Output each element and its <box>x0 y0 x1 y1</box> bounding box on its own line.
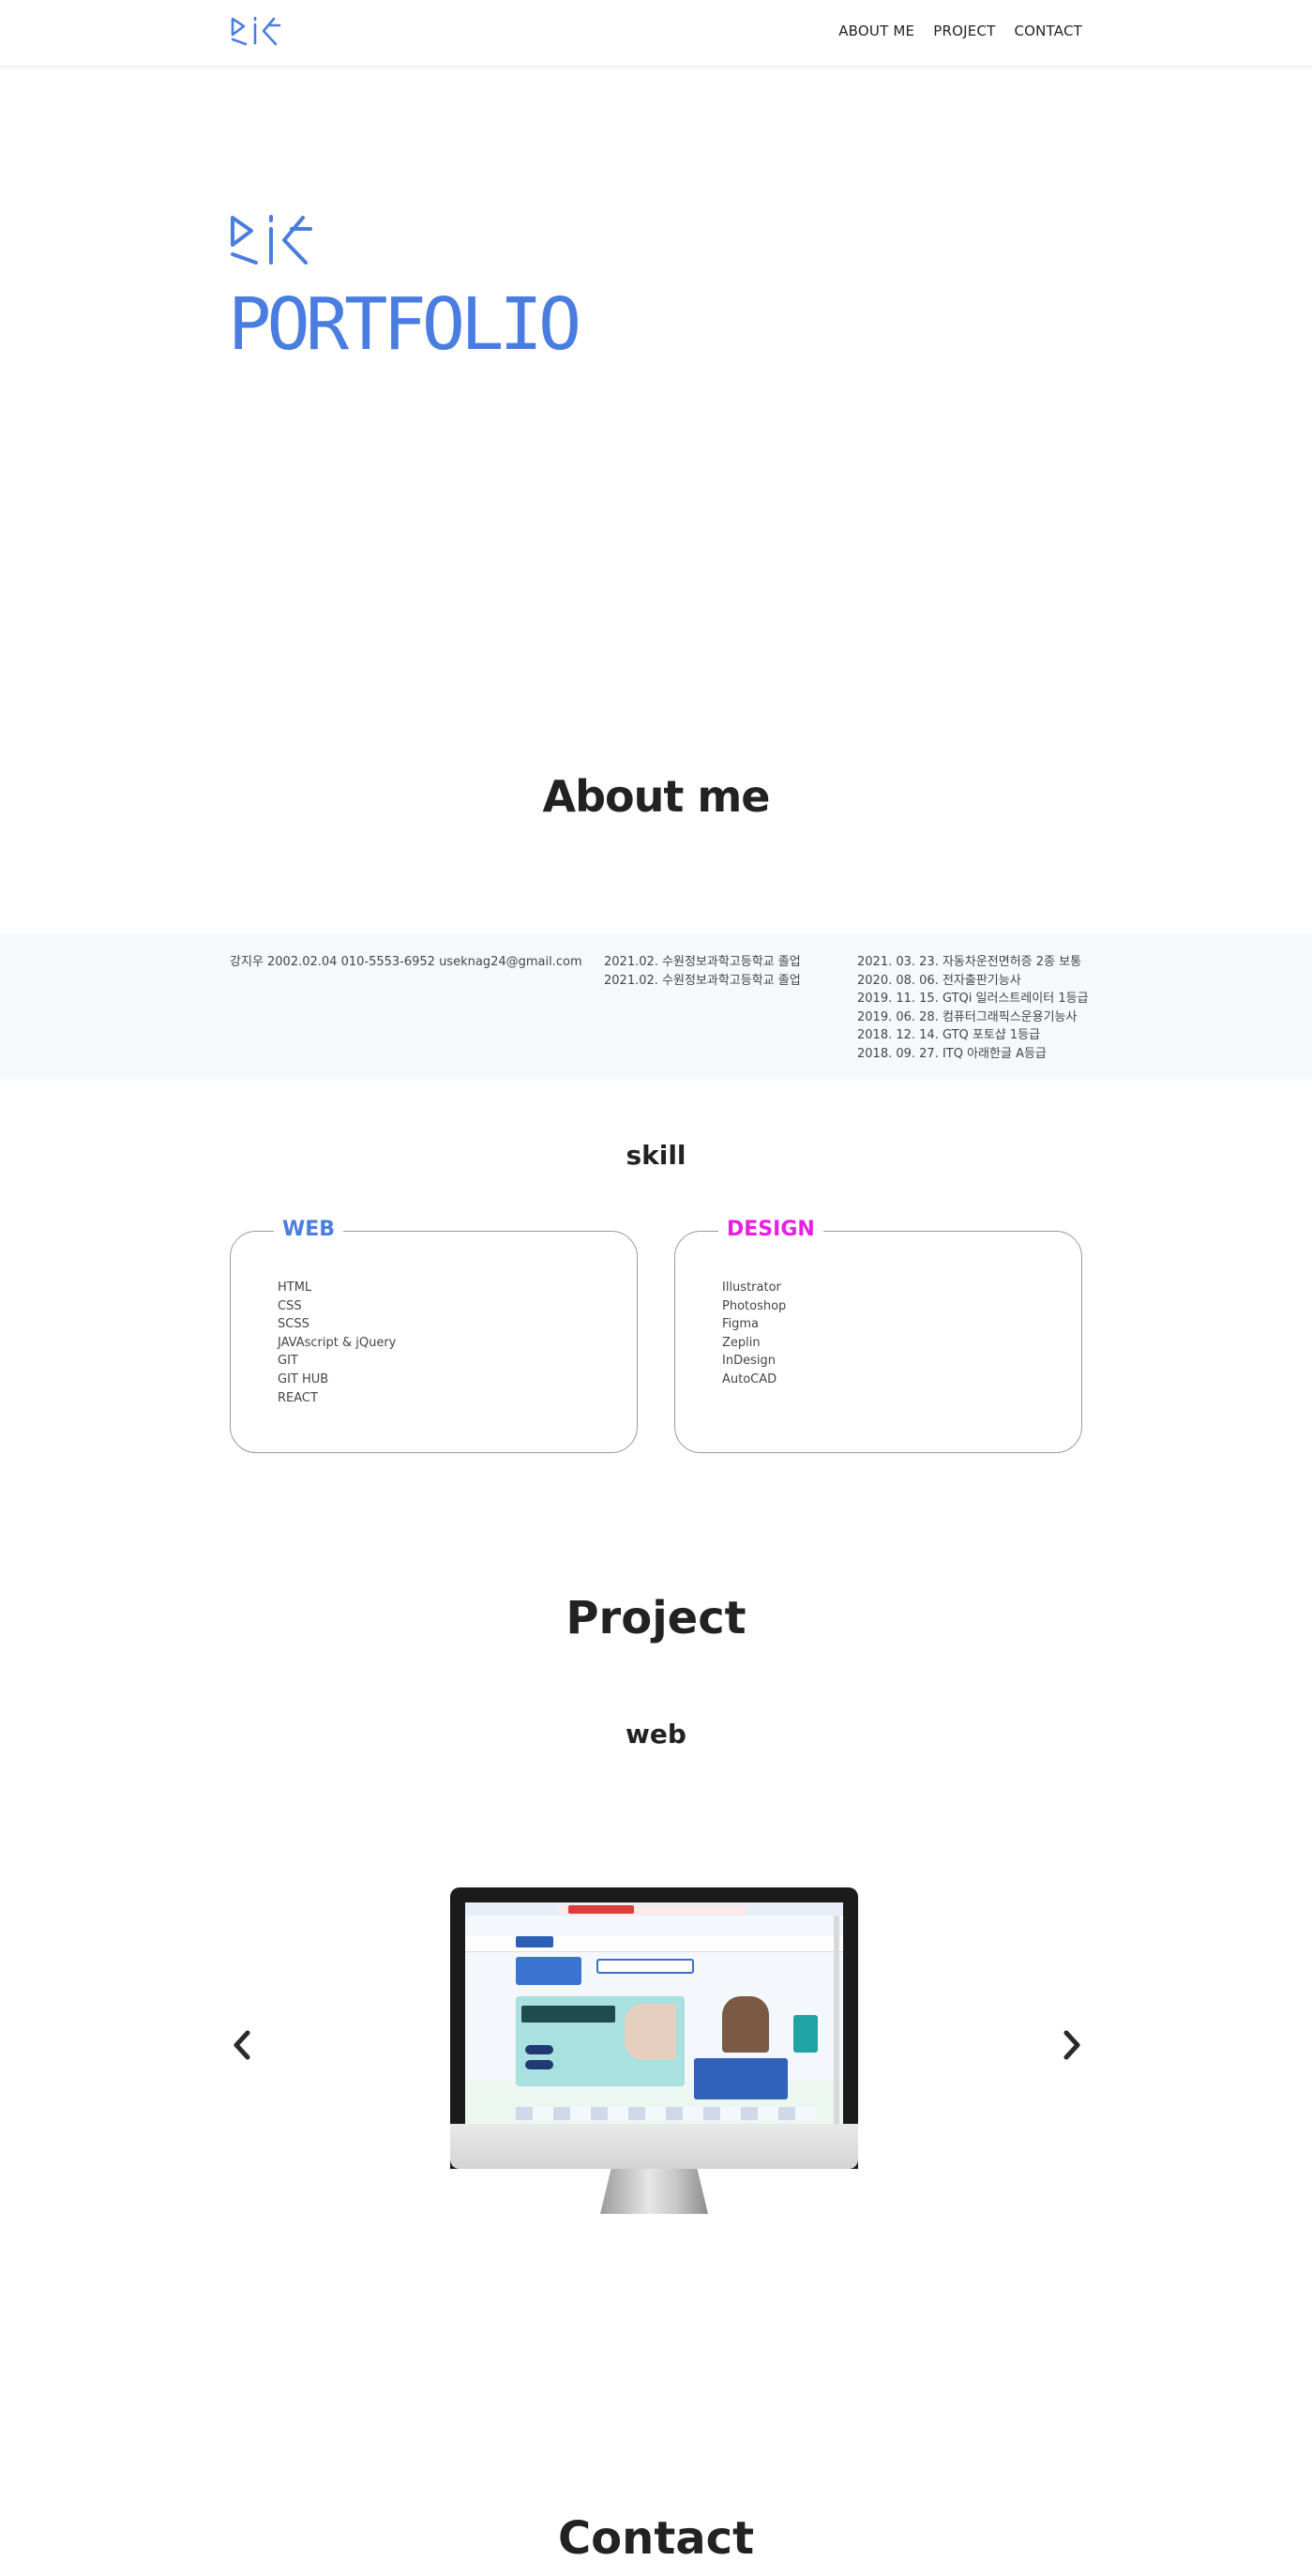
skill-item: Photoshop <box>722 1298 787 1313</box>
certificate-item: 2020. 08. 06. 전자출판기능사 <box>857 973 1021 988</box>
project-title: Project <box>566 1592 746 1644</box>
skill-item: Figma <box>722 1317 760 1332</box>
profile-text: 강지우 2002.02.04 010-5553-6952 useknag24@g… <box>230 955 582 969</box>
hero-logo <box>231 215 312 265</box>
hero-title: PORTFOLIO <box>228 283 581 367</box>
skill-item: REACT <box>278 1390 318 1405</box>
about-profile: 강지우 2002.02.04 010-5553-6952 useknag24@g… <box>230 953 582 972</box>
skill-item: Illustrator <box>722 1280 781 1295</box>
chevron-left-icon[interactable] <box>228 2026 256 2064</box>
site-logo[interactable] <box>230 16 282 46</box>
skill-title: skill <box>626 1140 686 1171</box>
certificate-item: 2018. 12. 14. GTQ 포토샵 1등급 <box>857 1028 1041 1043</box>
skill-item: HTML <box>278 1280 312 1295</box>
about-certificates: 2021. 03. 23. 자동차운전면허증 2종 보통 2020. 08. 0… <box>857 953 1089 1064</box>
skill-web-label: WEB <box>274 1216 344 1244</box>
chevron-right-icon[interactable] <box>1058 2026 1086 2064</box>
nav-contact[interactable]: CONTACT <box>1014 23 1082 39</box>
project-web-subtitle: web <box>626 1719 686 1750</box>
certificate-item: 2019. 06. 28. 컴퓨터그래픽스운용기능사 <box>857 1009 1078 1024</box>
skill-item: InDesign <box>722 1354 776 1369</box>
skill-design-list: Illustrator Photoshop Figma Zeplin InDes… <box>722 1279 786 1389</box>
certificate-item: 2021. 03. 23. 자동차운전면허증 2종 보통 <box>857 955 1082 969</box>
nav-project[interactable]: PROJECT <box>933 23 995 39</box>
main-nav: ABOUT ME PROJECT CONTACT <box>838 23 1082 39</box>
skill-item: GIT HUB <box>278 1371 329 1386</box>
certificate-item: 2019. 11. 15. GTQi 일러스트레이터 1등급 <box>857 992 1089 1007</box>
education-item: 2021.02. 수원정보과학고등학교 졸업 <box>604 955 801 969</box>
about-education: 2021.02. 수원정보과학고등학교 졸업 2021.02. 수원정보과학고등… <box>604 953 801 990</box>
nav-about-me[interactable]: ABOUT ME <box>838 23 914 39</box>
skill-item: Zeplin <box>722 1335 761 1350</box>
skill-web-list: HTML CSS SCSS JAVAscript & jQuery GIT GI… <box>278 1279 396 1407</box>
about-title: About me <box>542 771 770 822</box>
monitor-chin <box>450 2124 858 2169</box>
contact-title: Contact <box>557 2512 755 2565</box>
skill-item: CSS <box>278 1298 302 1313</box>
project-slide-monitor[interactable] <box>450 1887 858 2216</box>
skill-item: AutoCAD <box>722 1371 777 1386</box>
skill-box-web: WEB HTML CSS SCSS JAVAscript & jQuery GI… <box>230 1216 638 1453</box>
skill-box-design: DESIGN Illustrator Photoshop Figma Zepli… <box>674 1216 1082 1453</box>
skill-item: GIT <box>278 1354 298 1369</box>
skill-design-label: DESIGN <box>718 1216 823 1244</box>
monitor-stand <box>600 2169 708 2214</box>
project-screenshot <box>465 1902 843 2124</box>
certificate-item: 2018. 09. 27. ITQ 아래한글 A등급 <box>857 1046 1047 1061</box>
education-item: 2021.02. 수원정보과학고등학교 졸업 <box>604 973 801 988</box>
skill-item: JAVAscript & jQuery <box>278 1335 397 1350</box>
skill-item: SCSS <box>278 1317 309 1332</box>
site-header: ABOUT ME PROJECT CONTACT <box>0 0 1312 67</box>
